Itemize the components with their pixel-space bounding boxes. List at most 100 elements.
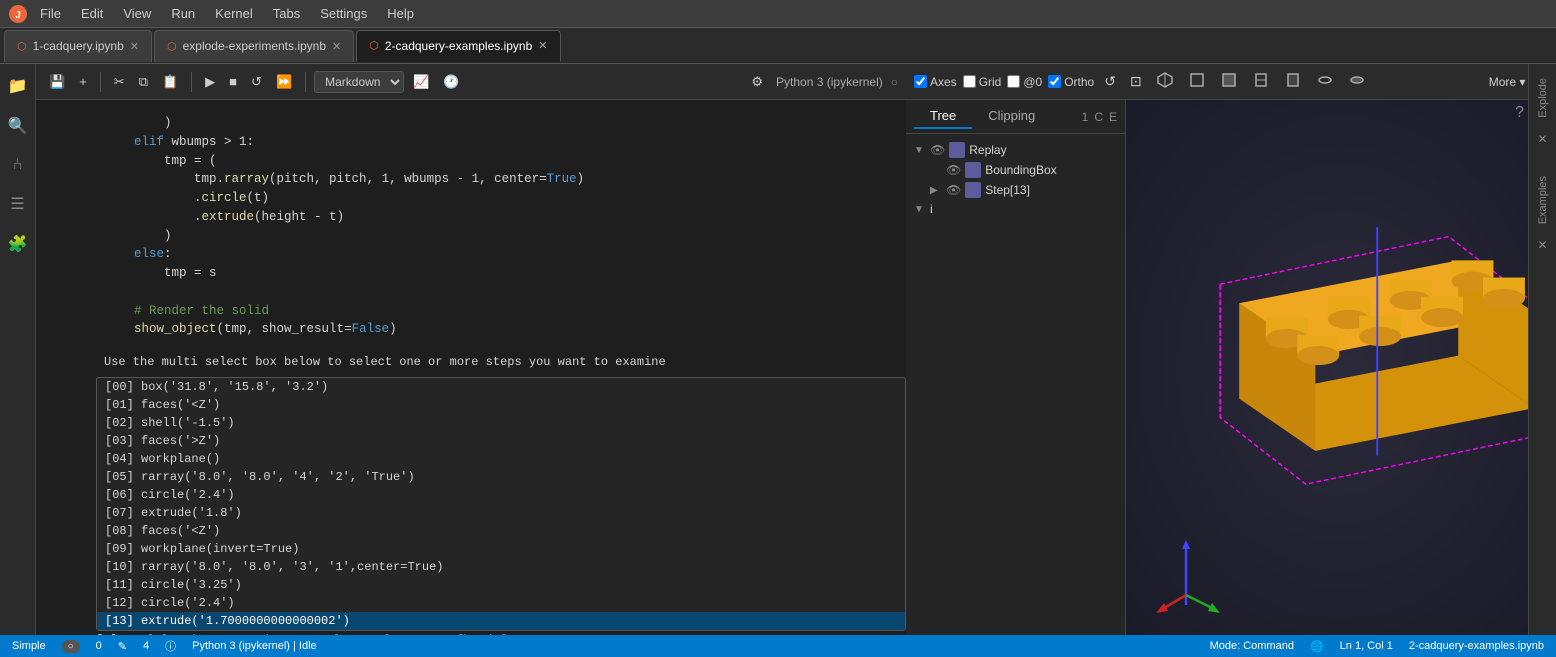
step-item-9[interactable]: [09] workplane(invert=True) xyxy=(97,540,905,558)
step-item-11[interactable]: [11] circle('3.25') xyxy=(97,576,905,594)
menu-file[interactable]: File xyxy=(32,4,69,23)
step-list[interactable]: [00] box('31.8', '15.8', '3.2') [01] fac… xyxy=(96,377,906,631)
view-left-btn[interactable] xyxy=(1248,69,1274,94)
stop-button[interactable]: ■ xyxy=(224,71,242,92)
step-item-7[interactable]: [07] extrude('1.8') xyxy=(97,504,905,522)
toolbar-sep-2 xyxy=(191,72,192,92)
save-button[interactable]: 💾 xyxy=(44,71,70,93)
grid-checkbox-label[interactable]: Grid xyxy=(963,75,1002,89)
code-line-1: ) xyxy=(104,116,172,130)
restart-button[interactable]: ↺ xyxy=(246,71,267,93)
lego-svg xyxy=(1163,208,1556,513)
add-cell-button[interactable]: + xyxy=(74,71,92,92)
step-label-12: circle('2.4') xyxy=(141,596,235,610)
at0-checkbox-label[interactable]: @0 xyxy=(1007,75,1042,89)
examples-close-icon[interactable]: ✕ xyxy=(1537,238,1547,252)
step-item-13[interactable]: [13] extrude('1.7000000000000002') xyxy=(97,612,905,630)
bbox-eye-icon[interactable]: 👁 xyxy=(946,163,961,177)
tab-2-close[interactable]: ✕ xyxy=(538,39,547,52)
tab-0[interactable]: ⬡ 1-cadquery.ipynb ✕ xyxy=(4,30,152,62)
refresh-icon-btn[interactable]: ↺ xyxy=(1100,71,1120,92)
axes-checkbox-label[interactable]: Axes xyxy=(914,75,957,89)
output-line: [9]: [9]: <jupyter_cadquery.replay.Repla… xyxy=(36,631,906,635)
menu-help[interactable]: Help xyxy=(379,4,422,23)
view-bottom-btn[interactable] xyxy=(1344,69,1370,94)
step-label-7: extrude('1.8') xyxy=(141,506,242,520)
ortho-checkbox-label[interactable]: Ortho xyxy=(1048,75,1094,89)
tree-node-step13[interactable]: ▶ 👁 Step[13] xyxy=(926,180,1121,200)
cut-button[interactable]: ✂ xyxy=(109,71,130,93)
fast-forward-button[interactable]: ⏩ xyxy=(271,71,297,93)
run-button[interactable]: ▶ xyxy=(200,71,220,93)
step13-eye-icon[interactable]: 👁 xyxy=(946,183,961,197)
sidebar-menu-icon[interactable]: ☰ xyxy=(6,190,28,218)
step-label-2: shell('-1.5') xyxy=(141,416,235,430)
status-right: Mode: Command 🌐 Ln 1, Col 1 2-cadquery-e… xyxy=(1210,640,1544,653)
chart-button[interactable]: 📈 xyxy=(408,71,434,93)
menu-settings[interactable]: Settings xyxy=(312,4,375,23)
tab-0-close[interactable]: ✕ xyxy=(130,40,139,53)
view3d-toolbar: Axes Grid @0 Ortho ↺ ⊡ xyxy=(906,64,1556,100)
sidebar-folder-icon[interactable]: 📁 xyxy=(4,72,32,100)
step-item-6[interactable]: [06] circle('2.4') xyxy=(97,486,905,504)
notebook-area: 💾 + ✂ ⧉ 📋 ▶ ■ ↺ ⏩ Markdown Code Raw 📈 🕐 … xyxy=(36,64,906,635)
sidebar-search-icon[interactable]: 🔍 xyxy=(4,112,32,140)
tree-node-boundingbox[interactable]: 👁 BoundingBox xyxy=(926,160,1121,180)
tab-1[interactable]: ⬡ explode-experiments.ipynb ✕ xyxy=(154,30,354,62)
menu-tabs[interactable]: Tabs xyxy=(265,4,308,23)
menu-kernel[interactable]: Kernel xyxy=(207,4,261,23)
menu-view[interactable]: View xyxy=(115,4,159,23)
help-button[interactable]: ? xyxy=(1515,104,1524,122)
tab-2-icon: ⬡ xyxy=(369,39,379,52)
menu-edit[interactable]: Edit xyxy=(73,4,111,23)
view-front-btn[interactable] xyxy=(1184,69,1210,94)
menu-run[interactable]: Run xyxy=(163,4,203,23)
code-line-7: ) xyxy=(104,229,172,243)
tab-tree[interactable]: Tree xyxy=(914,104,972,129)
grid-checkbox[interactable] xyxy=(963,75,976,88)
axes-svg xyxy=(1146,535,1226,615)
tab-1-close[interactable]: ✕ xyxy=(332,40,341,53)
axes-checkbox[interactable] xyxy=(914,75,927,88)
step-idx-11: [11] xyxy=(105,578,134,592)
step-item-4[interactable]: [04] workplane() xyxy=(97,450,905,468)
view-right-btn[interactable] xyxy=(1280,69,1306,94)
view-iso-btn[interactable] xyxy=(1152,69,1178,94)
history-button[interactable]: 🕐 xyxy=(438,71,464,93)
step-item-3[interactable]: [03] faces('>Z') xyxy=(97,432,905,450)
replay-eye-icon[interactable]: 👁 xyxy=(930,143,945,157)
step-item-5[interactable]: [05] rarray('8.0', '8.0', '4', '2', 'Tru… xyxy=(97,468,905,486)
examples-label[interactable]: Examples xyxy=(1535,172,1551,228)
explode-label[interactable]: Explode xyxy=(1535,74,1551,122)
settings-gear-icon[interactable]: ⚙ xyxy=(746,71,768,93)
paste-button[interactable]: 📋 xyxy=(157,71,183,93)
step-idx-13: [13] xyxy=(105,614,134,628)
step-item-8[interactable]: [08] faces('<Z') xyxy=(97,522,905,540)
copy-button[interactable]: ⧉ xyxy=(134,71,153,93)
view-back-btn[interactable] xyxy=(1216,69,1242,94)
tab-clipping[interactable]: Clipping xyxy=(972,104,1051,129)
tab-2[interactable]: ⬡ 2-cadquery-examples.ipynb ✕ xyxy=(356,30,560,62)
step-item-2[interactable]: [02] shell('-1.5') xyxy=(97,414,905,432)
simple-toggle[interactable]: ○ xyxy=(62,640,80,653)
tree-node-replay[interactable]: ▼ 👁 Replay xyxy=(910,140,1121,160)
sidebar-puzzle-icon[interactable]: 🧩 xyxy=(4,230,32,258)
step-idx-2: [02] xyxy=(105,416,134,430)
step13-label: Step[13] xyxy=(985,183,1030,197)
step-item-12[interactable]: [12] circle('2.4') xyxy=(97,594,905,612)
step-item-10[interactable]: [10] rarray('8.0', '8.0', '3', '1',cente… xyxy=(97,558,905,576)
cell-area[interactable]: ) elif wbumps > 1: tmp = ( tmp.rarray(pi… xyxy=(36,100,906,635)
viewport-3d[interactable]: ? xyxy=(1126,100,1556,635)
view-top-btn[interactable] xyxy=(1312,69,1338,94)
more-button[interactable]: More ▾ xyxy=(1489,75,1526,89)
step-item-1[interactable]: [01] faces('<Z') xyxy=(97,396,905,414)
ortho-checkbox[interactable] xyxy=(1048,75,1061,88)
at0-checkbox[interactable] xyxy=(1007,75,1020,88)
sidebar-git-icon[interactable]: ⑃ xyxy=(9,152,27,178)
step-item-0[interactable]: [00] box('31.8', '15.8', '3.2') xyxy=(97,378,905,396)
tree-node-i[interactable]: ▼ i xyxy=(910,200,1121,218)
fit-icon-btn[interactable]: ⊡ xyxy=(1126,71,1146,92)
explode-close-icon[interactable]: ✕ xyxy=(1537,132,1547,146)
view-iso-icon xyxy=(1156,71,1174,89)
cell-type-select[interactable]: Markdown Code Raw xyxy=(314,71,404,93)
